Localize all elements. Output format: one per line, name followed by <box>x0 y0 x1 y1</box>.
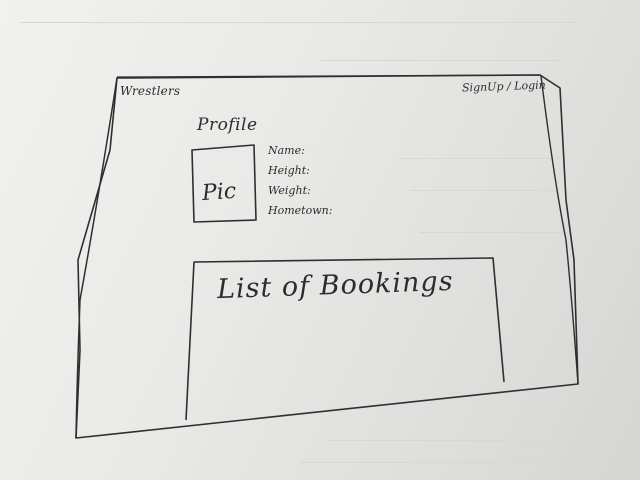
page-frame-left <box>75 77 118 439</box>
field-name-label: Name: <box>268 144 305 157</box>
field-hometown-label: Hometown: <box>268 204 333 217</box>
profile-pic-placeholder: Pic <box>201 178 238 207</box>
page-frame-right <box>540 75 579 385</box>
profile-fields: Name: Height: Weight: Hometown: <box>268 141 332 221</box>
profile-title: Profile <box>197 115 258 135</box>
site-brand[interactable]: Wrestlers <box>120 84 180 98</box>
field-weight-label: Weight: <box>268 184 311 197</box>
page-frame <box>75 74 579 439</box>
wireframe-sketch <box>75 74 579 439</box>
field-height-label: Height: <box>268 164 310 177</box>
